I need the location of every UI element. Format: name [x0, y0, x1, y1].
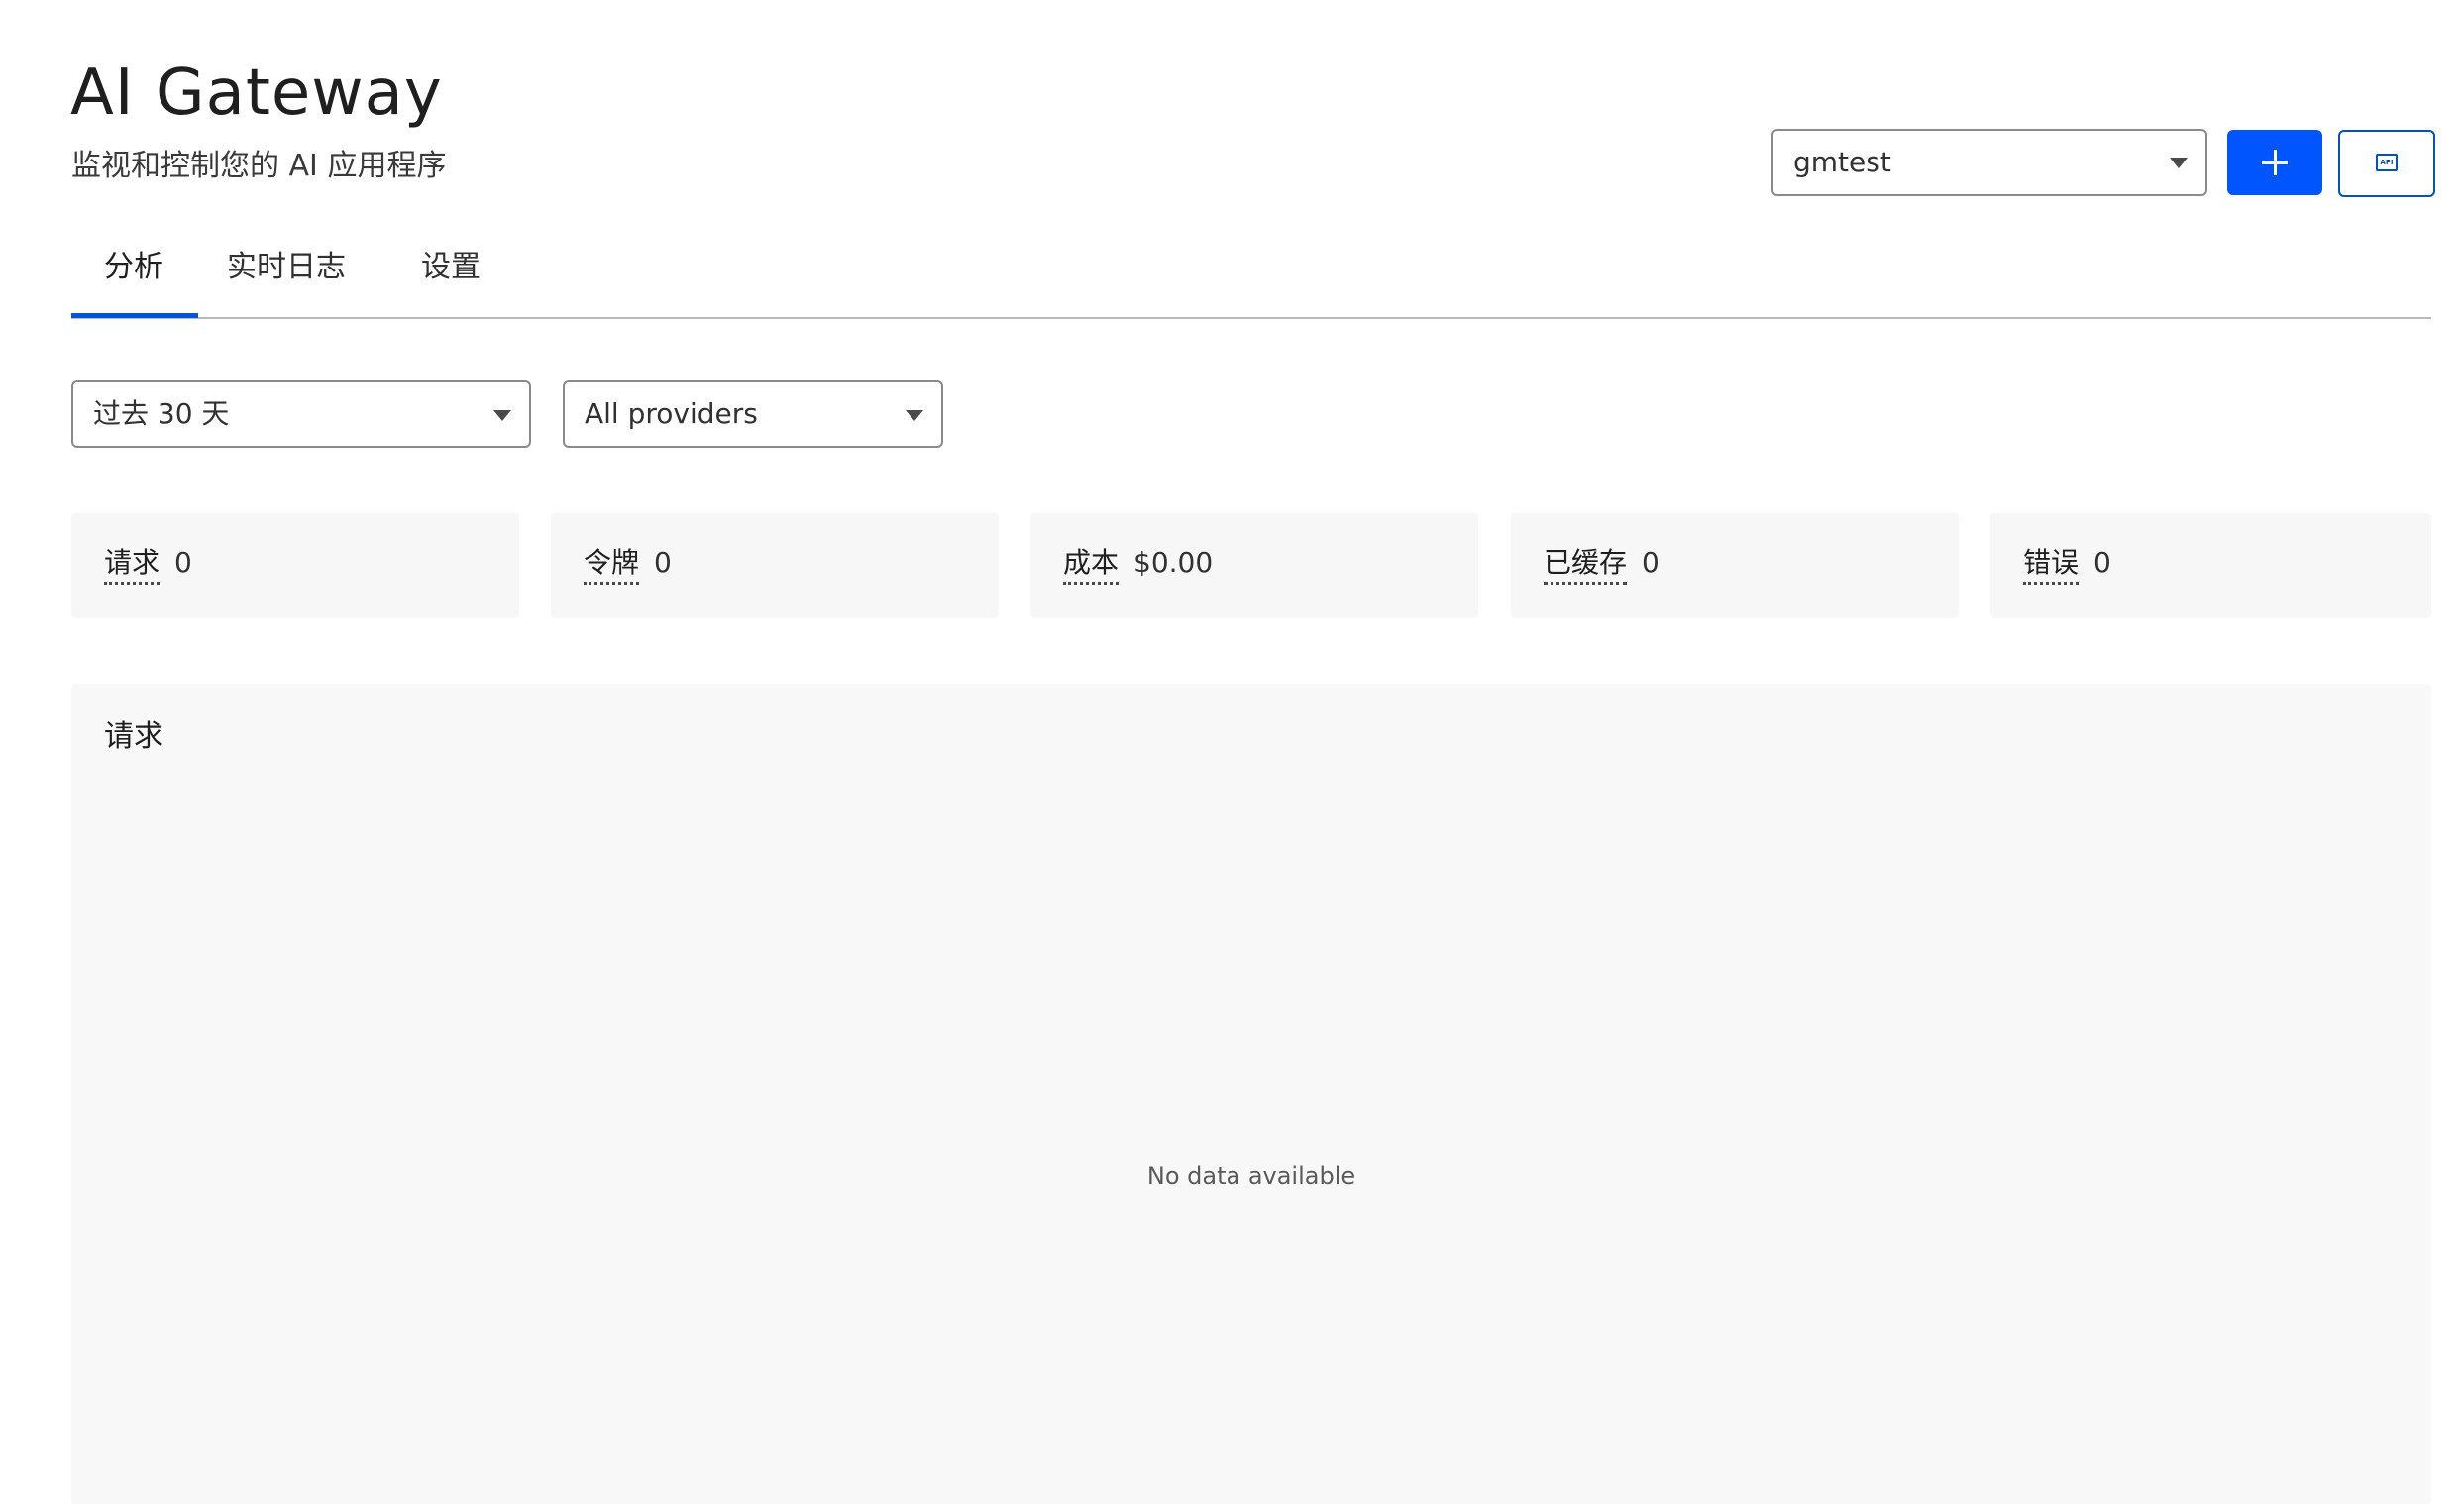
chevron-down-icon — [493, 410, 511, 421]
gateway-select[interactable]: gmtest — [1771, 129, 2207, 196]
page-subtitle: 监视和控制您的 AI 应用程序 — [71, 149, 447, 183]
time-range-select[interactable]: 过去 30 天 — [71, 380, 531, 448]
stat-card-requests: 请求 0 — [71, 513, 519, 618]
ai-gateway-page: AI Gateway 监视和控制您的 AI 应用程序 gmtest API 分析… — [0, 0, 2464, 1504]
page-title: AI Gateway — [70, 56, 443, 130]
stat-card-tokens: 令牌 0 — [551, 513, 999, 618]
tab-settings[interactable]: 设置 — [421, 238, 481, 317]
tab-analytics[interactable]: 分析 — [104, 238, 163, 317]
stat-card-errors: 错误 0 — [1990, 513, 2431, 618]
empty-state-message: No data available — [1146, 1162, 1356, 1190]
stat-label[interactable]: 已缓存 — [1544, 545, 1628, 585]
stat-value: $0.00 — [1133, 546, 1214, 579]
stat-value: 0 — [654, 546, 672, 579]
stat-value: 0 — [174, 546, 192, 579]
stat-value: 0 — [2093, 546, 2111, 579]
stat-card-cost: 成本 $0.00 — [1030, 513, 1478, 618]
chevron-down-icon — [906, 410, 923, 421]
api-button[interactable]: API — [2338, 130, 2435, 197]
stat-label[interactable]: 请求 — [104, 545, 161, 585]
tab-bar: 分析 实时日志 设置 — [71, 238, 2431, 319]
stat-label[interactable]: 令牌 — [584, 545, 640, 585]
stat-label[interactable]: 错误 — [2023, 545, 2080, 585]
add-gateway-button[interactable] — [2227, 130, 2322, 195]
stat-card-cached: 已缓存 0 — [1511, 513, 1959, 618]
gateway-select-value: gmtest — [1793, 146, 1891, 178]
chart-title: 请求 — [104, 719, 163, 754]
tab-live-logs[interactable]: 实时日志 — [227, 238, 346, 317]
stat-label[interactable]: 成本 — [1063, 545, 1120, 585]
chevron-down-icon — [2170, 158, 2188, 168]
active-tab-indicator — [71, 313, 198, 318]
time-range-value: 过去 30 天 — [93, 397, 230, 430]
provider-select[interactable]: All providers — [563, 380, 943, 448]
stat-value: 0 — [1642, 546, 1660, 579]
api-icon: API — [2376, 154, 2398, 171]
provider-value: All providers — [585, 397, 758, 430]
requests-chart-panel: 请求 No data available — [71, 684, 2431, 1504]
